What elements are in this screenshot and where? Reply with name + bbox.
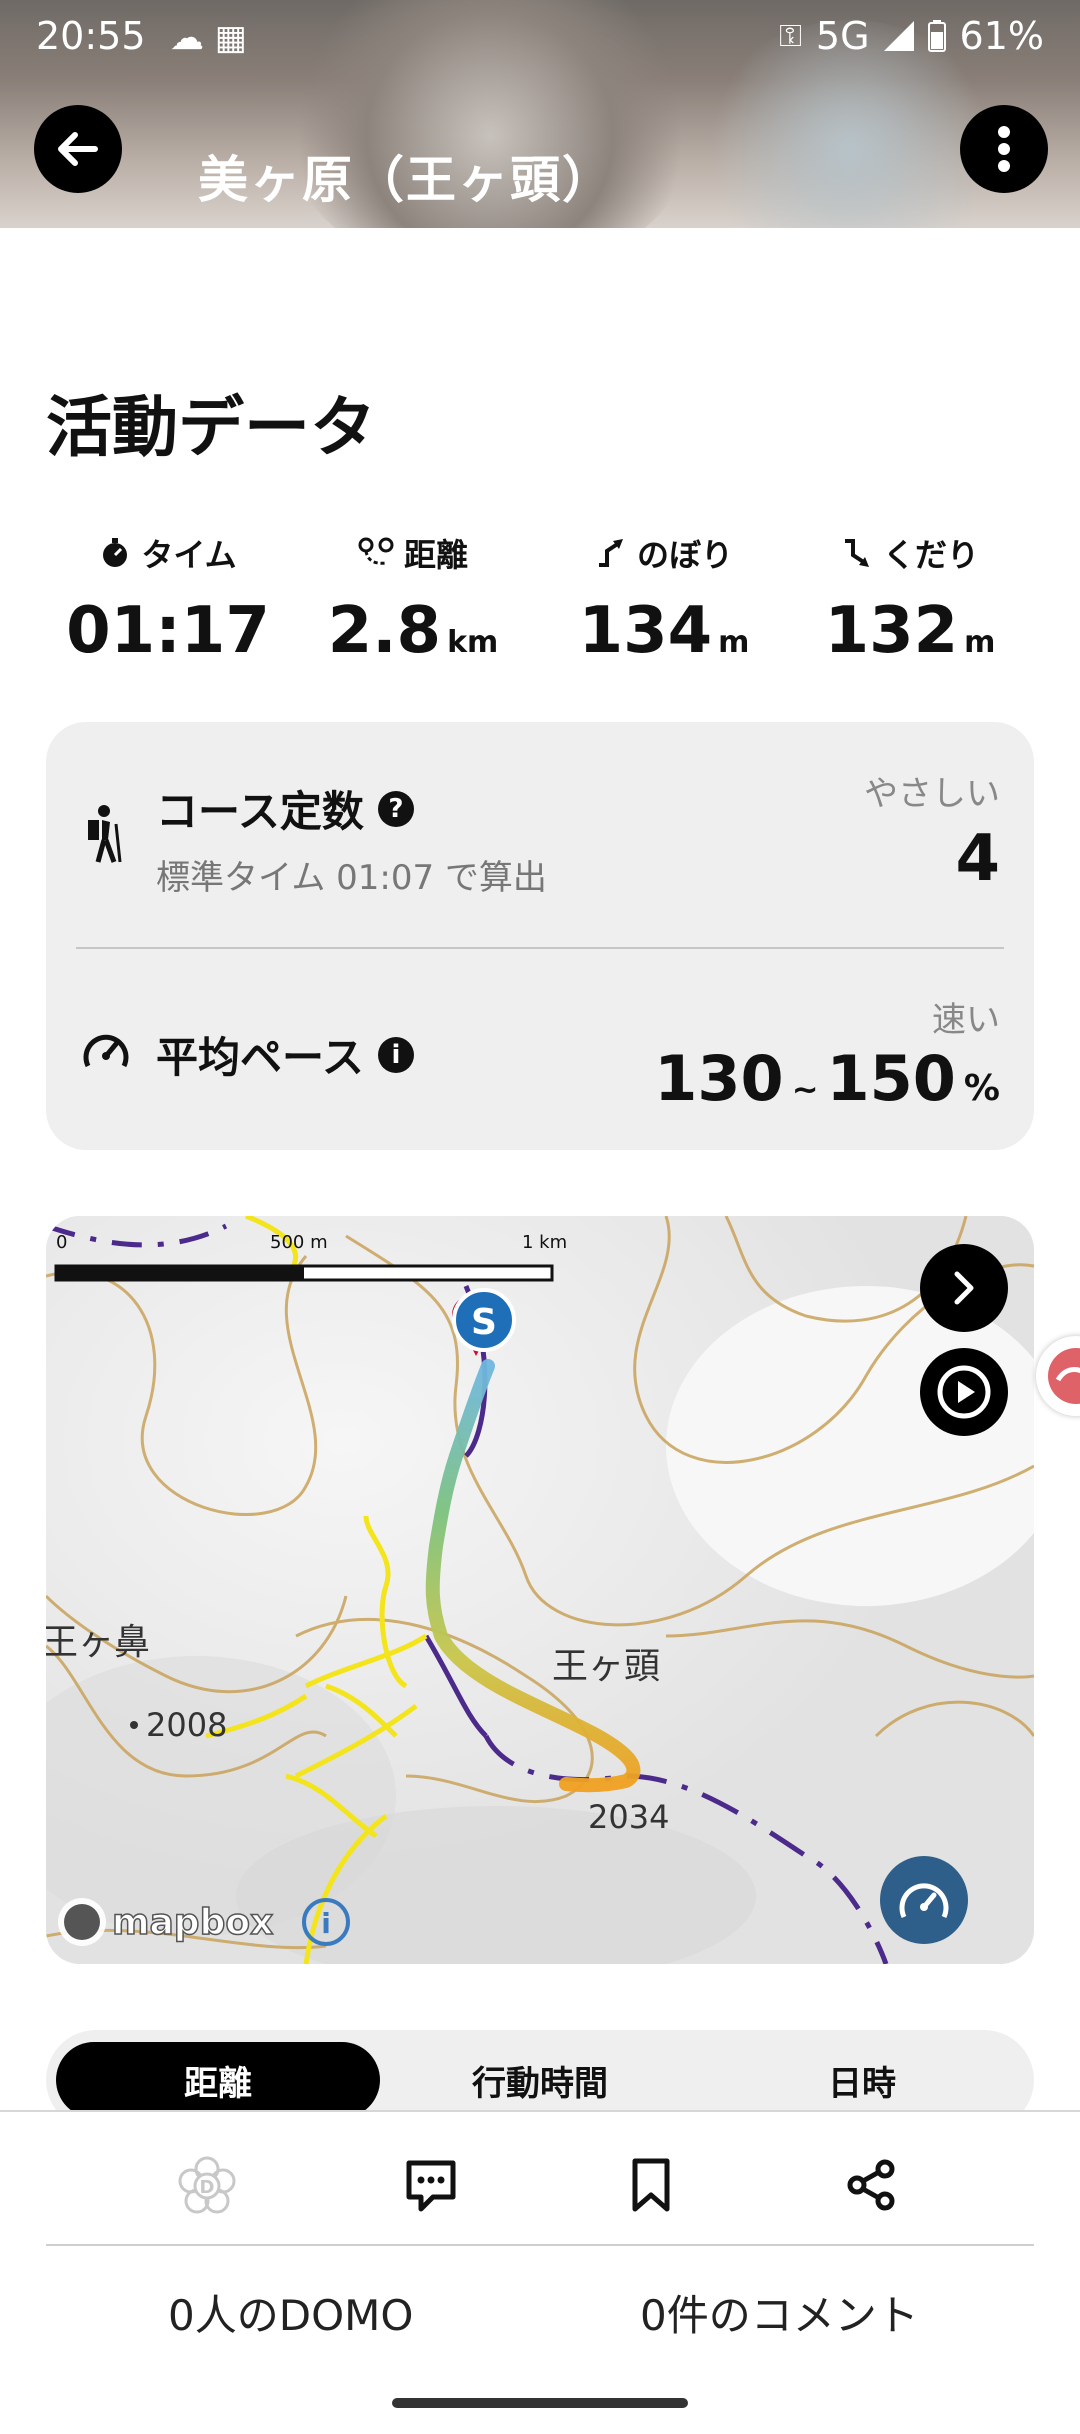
signal-icon	[883, 21, 914, 51]
info-icon[interactable]: i	[377, 1036, 414, 1073]
play-circle-icon	[937, 1365, 991, 1419]
scale-zero: 0	[56, 1232, 67, 1253]
status-bar: 20:55 ☁ ▦ ⚿ 5G 61%	[0, 0, 1080, 76]
stat-descent-label: くだり	[882, 536, 979, 574]
map-label-peak: 王ヶ頭	[552, 1646, 660, 1687]
stat-ascent-value: 134	[578, 594, 713, 668]
share-icon	[847, 2159, 895, 2211]
bookmark-button[interactable]	[616, 2150, 686, 2220]
stat-time: タイム 01:17	[48, 530, 288, 668]
route-map[interactable]: 王ヶ頭 王ヶ鼻 2008 2034 0 500 m 1 km S mapbox …	[46, 1216, 1034, 1964]
speedometer-icon	[899, 1883, 949, 1919]
mapbox-logo: mapbox	[58, 1898, 274, 1946]
cloud-icon: ☁ ▦	[170, 18, 247, 58]
map-label-elev-left: 2008	[146, 1706, 227, 1744]
pace-unit: %	[963, 1068, 1000, 1109]
map-speed-button[interactable]	[880, 1856, 968, 1944]
status-time: 20:55	[36, 14, 146, 58]
home-indicator[interactable]	[392, 2398, 688, 2408]
ascent-icon	[598, 539, 623, 567]
help-icon[interactable]: ?	[377, 790, 414, 827]
page-title: 美ヶ原（王ヶ頭）	[198, 151, 614, 209]
tab-datetime[interactable]: 日時	[700, 2042, 1024, 2118]
comment-count[interactable]: 0件のコメント	[640, 2282, 919, 2343]
stat-time-value: 01:17	[66, 594, 270, 668]
scale-max: 1 km	[522, 1232, 567, 1253]
stat-distance-value: 2.8	[327, 594, 442, 668]
domo-button[interactable]: D	[172, 2150, 242, 2220]
average-pace-title: 平均ペース	[156, 1033, 364, 1082]
stopwatch-icon	[103, 538, 128, 567]
stat-descent: くだり 132 m	[790, 530, 1030, 668]
share-button[interactable]	[836, 2150, 906, 2220]
card-divider	[76, 947, 1004, 949]
more-vertical-icon	[998, 126, 1010, 172]
pace-range: 130 ~150%	[654, 1042, 1000, 1115]
speedometer-icon	[83, 1034, 129, 1068]
bottom-action-bar	[0, 2110, 1080, 2434]
action-bar-divider	[46, 2244, 1034, 2246]
pace-max: 150	[826, 1042, 956, 1115]
course-difficulty: やさしい	[864, 774, 1000, 814]
comment-icon	[406, 2160, 456, 2212]
battery-level: 61%	[959, 14, 1044, 58]
map-label-left-peak: 王ヶ鼻	[46, 1622, 150, 1663]
stat-ascent-label: のぼり	[636, 536, 733, 574]
chevron-right-icon	[954, 1271, 974, 1305]
svg-text:mapbox: mapbox	[112, 1902, 273, 1943]
hiker-icon	[88, 805, 122, 863]
course-pace-card: コース定数 ? 標準タイム 01:07 で算出 やさしい 4 平均ペース i 速…	[46, 722, 1034, 1150]
pace-tilde: ~	[791, 1070, 819, 1108]
pace-speed-label: 速い	[932, 1000, 1000, 1040]
stat-distance-unit: km	[447, 625, 499, 660]
more-menu-button[interactable]	[960, 105, 1048, 193]
tab-activity-time[interactable]: 行動時間	[378, 2042, 702, 2118]
course-constant-title: コース定数	[156, 787, 364, 836]
comment-button[interactable]	[396, 2150, 466, 2220]
svg-text:i: i	[321, 1907, 331, 1940]
stat-distance: 距離 2.8 km	[293, 530, 533, 668]
route-icon	[358, 537, 394, 565]
course-standard-time: 標準タイム 01:07 で算出	[156, 858, 547, 898]
domo-count[interactable]: 0人のDOMO	[168, 2282, 413, 2343]
stat-ascent: のぼり 134 m	[544, 530, 784, 668]
back-button[interactable]	[34, 105, 122, 193]
stat-distance-label: 距離	[403, 536, 468, 574]
activity-section-title: 活動データ	[46, 389, 376, 466]
stat-time-label: タイム	[141, 536, 237, 574]
svg-text:D: D	[200, 2177, 215, 2198]
svg-text:S: S	[471, 1302, 497, 1343]
map-canvas: 王ヶ頭 王ヶ鼻 2008 2034 0 500 m 1 km S mapbox …	[46, 1216, 1034, 1964]
header-photo: 20:55 ☁ ▦ ⚿ 5G 61% 美ヶ原（王ヶ頭）	[0, 0, 1080, 228]
scale-mid: 500 m	[270, 1232, 328, 1253]
map-expand-button[interactable]	[920, 1244, 1008, 1332]
floating-app-badge[interactable]	[1036, 1336, 1080, 1416]
map-label-elev-right: 2034	[588, 1798, 669, 1836]
stat-descent-value: 132	[824, 594, 959, 668]
network-label: 5G	[815, 14, 870, 58]
domo-flower-icon: D	[178, 2156, 236, 2214]
stat-ascent-unit: m	[718, 625, 750, 660]
vpn-key-icon: ⚿	[779, 18, 802, 54]
arrow-left-icon	[58, 132, 98, 166]
stat-descent-unit: m	[964, 625, 996, 660]
descent-icon	[844, 539, 869, 567]
app-badge-icon	[1048, 1348, 1080, 1404]
bookmark-icon	[632, 2158, 670, 2212]
tab-distance[interactable]: 距離	[56, 2042, 380, 2118]
battery-icon	[927, 20, 946, 52]
pace-min: 130	[654, 1042, 784, 1115]
course-constant-value: 4	[955, 822, 1000, 896]
status-right: ⚿ 5G 61%	[779, 14, 1044, 58]
map-replay-button[interactable]	[920, 1348, 1008, 1436]
